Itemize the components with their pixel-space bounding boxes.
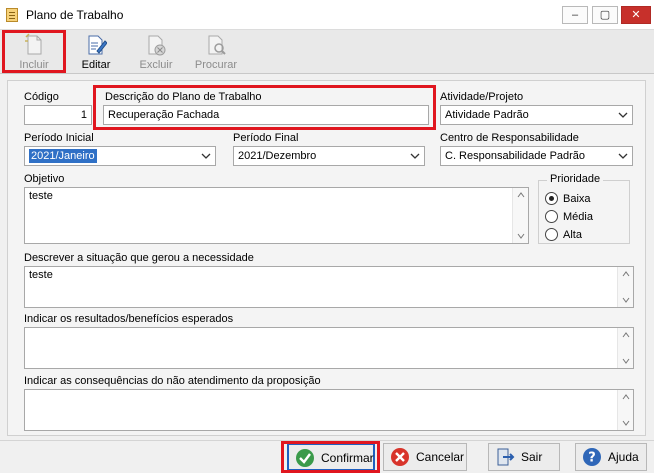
situacao-scrollbar[interactable] — [617, 267, 633, 307]
centro-value: C. Responsabilidade Padrão — [445, 150, 586, 162]
consequencias-label: Indicar as consequências do não atendime… — [24, 375, 321, 387]
help-icon: ? — [583, 448, 601, 466]
scroll-up-icon[interactable] — [517, 192, 525, 198]
codigo-field[interactable]: 1 — [24, 105, 92, 125]
periodo-inicial-select[interactable]: 2021/Janeiro — [24, 146, 216, 166]
edit-document-icon — [88, 35, 107, 55]
cancelar-label: Cancelar — [416, 450, 465, 464]
cancelar-button[interactable]: Cancelar — [383, 443, 467, 471]
incluir-highlight-box — [2, 30, 66, 73]
codigo-label: Código — [24, 91, 59, 103]
scroll-up-icon[interactable] — [622, 394, 630, 400]
scroll-down-icon[interactable] — [622, 297, 630, 303]
resultados-label: Indicar os resultados/benefícios esperad… — [24, 313, 234, 325]
scroll-up-icon[interactable] — [622, 332, 630, 338]
sair-button[interactable]: Sair — [488, 443, 560, 471]
editar-label: Editar — [81, 59, 111, 71]
minimize-button[interactable]: – — [562, 6, 588, 24]
centro-select[interactable]: C. Responsabilidade Padrão — [440, 146, 633, 166]
exit-door-icon — [497, 448, 515, 466]
atividade-select[interactable]: Atividade Padrão — [440, 105, 633, 125]
maximize-button[interactable]: ▢ — [592, 6, 618, 24]
situacao-text: teste — [29, 269, 53, 281]
situacao-label: Descrever a situação que gerou a necessi… — [24, 252, 254, 264]
resultados-textarea[interactable] — [24, 327, 634, 369]
excluir-button[interactable]: Excluir — [128, 31, 184, 73]
editar-button[interactable]: Editar — [68, 31, 124, 73]
window-title: Plano de Trabalho — [26, 8, 124, 22]
ajuda-label: Ajuda — [608, 450, 639, 464]
objetivo-label: Objetivo — [24, 173, 65, 185]
periodo-final-label: Período Final — [233, 132, 299, 144]
periodo-inicial-label: Período Inicial — [24, 132, 94, 144]
chevron-down-icon — [618, 153, 628, 159]
procurar-label: Procurar — [194, 59, 238, 71]
search-document-icon — [208, 35, 226, 55]
periodo-final-value: 2021/Dezembro — [238, 150, 317, 162]
scroll-down-icon[interactable] — [622, 420, 630, 426]
sair-label: Sair — [521, 450, 543, 464]
delete-document-icon — [148, 35, 166, 56]
consequencias-scrollbar[interactable] — [617, 390, 633, 430]
centro-label: Centro de Responsabilidade — [440, 132, 579, 144]
scroll-down-icon[interactable] — [517, 233, 525, 239]
confirmar-highlight-box — [281, 441, 380, 473]
radio-unselected-icon — [545, 228, 558, 241]
scroll-down-icon[interactable] — [622, 358, 630, 364]
prioridade-media-label: Média — [563, 211, 593, 223]
atividade-label: Atividade/Projeto — [440, 91, 524, 103]
ajuda-button[interactable]: ? Ajuda — [575, 443, 647, 471]
app-notebook-icon — [6, 8, 18, 22]
consequencias-textarea[interactable] — [24, 389, 634, 431]
radio-selected-icon — [545, 192, 558, 205]
chevron-down-icon — [201, 153, 211, 159]
objetivo-text: teste — [29, 190, 53, 202]
resultados-scrollbar[interactable] — [617, 328, 633, 368]
atividade-value: Atividade Padrão — [445, 109, 529, 121]
chevron-down-icon — [410, 153, 420, 159]
prioridade-alta-label: Alta — [563, 229, 582, 241]
prioridade-title: Prioridade — [547, 173, 604, 185]
radio-unselected-icon — [545, 210, 558, 223]
prioridade-group: Prioridade Baixa Média Alta — [538, 173, 630, 244]
periodo-final-select[interactable]: 2021/Dezembro — [233, 146, 425, 166]
chevron-down-icon — [618, 112, 628, 118]
svg-text:?: ? — [588, 451, 596, 466]
excluir-label: Excluir — [139, 59, 173, 71]
cancel-icon — [391, 448, 409, 466]
objetivo-textarea[interactable]: teste — [24, 187, 529, 244]
situacao-textarea[interactable]: teste — [24, 266, 634, 308]
scroll-up-icon[interactable] — [622, 271, 630, 277]
periodo-inicial-value: 2021/Janeiro — [29, 149, 97, 163]
descricao-highlight-box — [93, 85, 436, 130]
objetivo-scrollbar[interactable] — [512, 188, 528, 243]
toolbar: Incluir Editar Excluir Procurar — [0, 30, 654, 74]
close-button[interactable]: ✕ — [621, 6, 651, 24]
prioridade-baixa-label: Baixa — [563, 193, 591, 205]
title-bar: Plano de Trabalho – ▢ ✕ — [0, 0, 654, 30]
procurar-button[interactable]: Procurar — [188, 31, 244, 73]
